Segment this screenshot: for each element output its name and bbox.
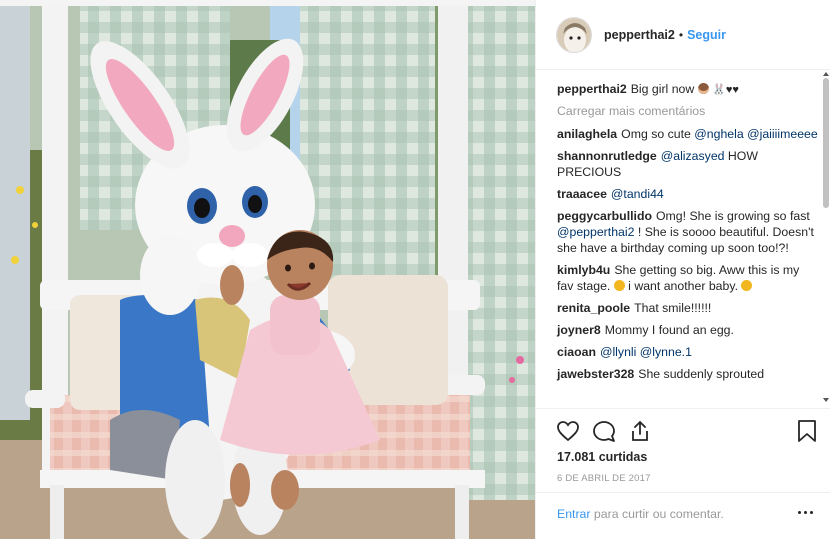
load-more-comments[interactable]: Carregar mais comentários — [557, 104, 819, 118]
comment-text: She suddenly sprouted — [638, 367, 765, 381]
scroll-up-arrow-icon[interactable] — [823, 72, 829, 76]
comment-username[interactable]: kimlyb4u — [557, 263, 610, 277]
side-panel: pepperthai2 • Seguir pepperthai2 Big girl… — [535, 0, 830, 539]
comment-text: Omg! She is growing so fast — [655, 209, 810, 223]
comments-scrollbar[interactable] — [820, 70, 830, 408]
header-username[interactable]: pepperthai2 — [604, 28, 675, 42]
login-prompt-text: para curtir ou comentar. — [593, 507, 724, 521]
comment-username[interactable]: shannonrutledge — [557, 149, 657, 163]
action-bar — [536, 408, 830, 454]
comment-mention[interactable]: @tandi44 — [611, 187, 664, 201]
login-link[interactable]: Entrar — [557, 507, 591, 521]
caption-username[interactable]: pepperthai2 — [557, 82, 627, 96]
scroll-thumb[interactable] — [823, 78, 829, 208]
comment-text: Omg so cute — [621, 127, 691, 141]
comment-item: anilaghela Omg so cute @nghela @jaiiiimee… — [557, 126, 819, 142]
comment-item: joyner8 Mommy I found an egg. — [557, 322, 819, 338]
post-date: 6 DE ABRIL DE 2017 — [557, 473, 651, 484]
comment-username[interactable]: traaacee — [557, 187, 607, 201]
comment-username[interactable]: jawebster328 — [557, 367, 634, 381]
comment-item: peggycarbullido Omg! She is growing so fa… — [557, 208, 819, 256]
comment-mention[interactable]: @alizasyed — [661, 149, 725, 163]
login-footer: Entrar para curtir ou comentar. — [536, 492, 830, 539]
weary-face-icon — [613, 280, 625, 291]
comment-username[interactable]: ciaoan — [557, 345, 596, 359]
avatar[interactable] — [556, 16, 592, 53]
comment-item: renita_poole That smile!!!!!! — [557, 300, 819, 316]
bookmark-icon[interactable] — [796, 419, 818, 443]
likes-count[interactable]: 17.081 curtidas — [557, 450, 647, 464]
comment-text: i want another baby. — [628, 279, 739, 293]
scroll-down-arrow-icon[interactable] — [823, 398, 829, 402]
post-header: pepperthai2 • Seguir — [536, 0, 830, 70]
post-photo[interactable] — [0, 0, 535, 539]
comment-username[interactable]: renita_poole — [557, 301, 630, 315]
avatar-image — [557, 17, 591, 52]
comment-username[interactable]: anilaghela — [557, 127, 617, 141]
comment-username[interactable]: peggycarbullido — [557, 209, 652, 223]
share-icon[interactable] — [628, 419, 652, 443]
comment-mention[interactable]: @nghela — [694, 127, 743, 141]
comment-username[interactable]: joyner8 — [557, 323, 601, 337]
comment-item: traaacee @tandi44 — [557, 186, 819, 202]
shushing-face-icon — [741, 280, 753, 291]
comment-item: kimlyb4u She getting so big. Aww this is … — [557, 262, 819, 294]
comment-item: jawebster328 She suddenly sprouted — [557, 366, 819, 382]
monkey-face-icon — [697, 83, 709, 94]
rabbit-icon: 🐰 — [712, 84, 726, 96]
caption-text: Big girl now — [630, 82, 695, 96]
comment-text: That smile!!!!!! — [634, 301, 712, 315]
comment-item: shannonrutledge @alizasyed HOW PRECIOUS — [557, 148, 819, 180]
easter-bunny-photo — [0, 0, 535, 539]
heart-icon[interactable] — [556, 419, 580, 443]
comment-mention[interactable]: @llynli — [600, 345, 636, 359]
comment-mention[interactable]: @jaiiiimeeee — [747, 127, 818, 141]
comment-mention[interactable]: @lynne.1 — [640, 345, 692, 359]
header-separator: • — [678, 27, 684, 42]
comments-list[interactable]: pepperthai2 Big girl now 🐰♥♥ Carregar mai… — [536, 70, 830, 408]
comment-mention[interactable]: @pepperthai2 — [557, 225, 634, 239]
black-heart-icon: ♥ — [732, 84, 739, 96]
follow-button[interactable]: Seguir — [687, 28, 726, 42]
caption: pepperthai2 Big girl now 🐰♥♥ — [557, 81, 819, 98]
comment-icon[interactable] — [592, 419, 616, 443]
more-options-icon[interactable] — [798, 511, 813, 514]
comment-text: Mommy I found an egg. — [604, 323, 734, 337]
comment-item: ciaoan @llynli @lynne.1 — [557, 344, 819, 360]
